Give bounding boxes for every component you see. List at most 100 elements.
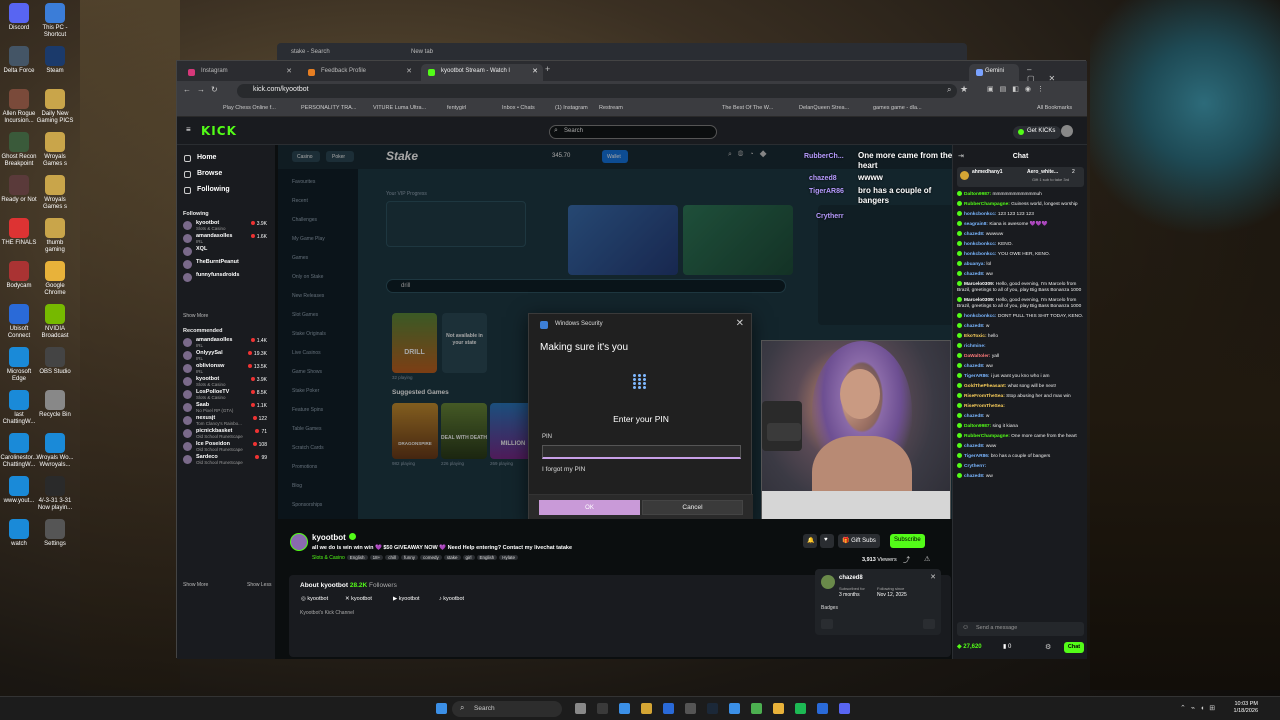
desktop-icon[interactable]: Ghost Recon Breakpoint bbox=[0, 132, 38, 168]
desktop-icon[interactable]: watch bbox=[0, 519, 38, 548]
chat-username[interactable]: TigerAR86: bbox=[964, 454, 990, 459]
chat-message[interactable]: honkcbonkcc: YOU OWE HER, KENO. bbox=[957, 250, 1084, 258]
mod-button[interactable] bbox=[923, 619, 935, 629]
stream-tag[interactable]: funny bbox=[400, 555, 418, 560]
extension-icons[interactable]: ▣▤◧◉⋮ bbox=[987, 85, 1050, 93]
desktop-icon[interactable]: Bodycam bbox=[0, 261, 38, 290]
sidebar-channel[interactable]: TheBurntPeanut bbox=[183, 259, 273, 272]
chat-username[interactable]: chazed8: bbox=[964, 364, 985, 369]
chat-message[interactable]: seagrain8: Kiana is awesome 💜💜💜 bbox=[957, 220, 1084, 228]
sidebar-channel[interactable]: Saab No Pixel RP (GTA) 1.1K bbox=[183, 402, 273, 415]
streamer-name[interactable]: kyootbot bbox=[312, 533, 356, 542]
tab-instagram[interactable]: Instagram ✕ bbox=[181, 64, 297, 81]
tab-feedback[interactable]: Feedback Profile ✕ bbox=[301, 64, 417, 81]
chat-username[interactable]: seagrain8: bbox=[964, 222, 988, 227]
close-icon[interactable]: ✕ bbox=[406, 67, 412, 75]
taskbar-search[interactable]: ⌕ Search bbox=[452, 701, 562, 717]
desktop-icon[interactable]: Ubisoft Connect bbox=[0, 304, 38, 340]
url-field[interactable]: kick.com/kyootbot bbox=[237, 84, 957, 98]
show-more-following[interactable]: Show More bbox=[183, 313, 208, 319]
desktop-icon[interactable]: Allen Rogue Incursion... bbox=[0, 89, 38, 125]
sidebar-channel[interactable]: kyootbot Slots & Casino 3.9K bbox=[183, 220, 273, 233]
chat-message[interactable]: Marcelo0309: Hello, good evening, I'm Ma… bbox=[957, 280, 1084, 295]
bookmark-item[interactable]: All Bookmarks bbox=[1037, 105, 1072, 111]
taskbar-app-icon[interactable] bbox=[663, 703, 674, 714]
sidebar-channel[interactable]: picnickbasket Old School RuneScape 71 bbox=[183, 428, 273, 441]
bookmark-item[interactable]: VITURE Luma Ultra... bbox=[373, 105, 426, 111]
taskbar-app-icon[interactable] bbox=[839, 703, 850, 714]
nav-following[interactable]: Following bbox=[184, 186, 230, 194]
streamer-avatar[interactable] bbox=[290, 533, 308, 551]
desktop-icon[interactable]: Google Chrome bbox=[36, 261, 74, 297]
send-chat-button[interactable]: Chat bbox=[1064, 642, 1084, 653]
taskbar-app-icon[interactable] bbox=[817, 703, 828, 714]
nav-home[interactable]: Home bbox=[184, 154, 216, 162]
chat-username[interactable]: Dalton9987: bbox=[964, 424, 991, 429]
chat-username[interactable]: Marcelo0309: bbox=[964, 298, 994, 303]
chat-message[interactable]: chazed8: ww bbox=[957, 363, 1084, 370]
chat-username[interactable]: honkcbonkcc: bbox=[964, 242, 997, 247]
sidebar-channel[interactable]: amandasolles IRL 1.4K bbox=[183, 337, 273, 350]
desktop-icon[interactable]: Settings bbox=[36, 519, 74, 548]
bookmark-item[interactable]: (1) Instagram bbox=[555, 105, 588, 111]
chat-username[interactable]: RiseFromTheSea: bbox=[964, 394, 1005, 399]
chat-message[interactable]: richmine: bbox=[957, 343, 1084, 350]
desktop-icon[interactable]: Wroyals Wo... Wwroyals... bbox=[36, 433, 74, 469]
taskbar-app-icon[interactable] bbox=[575, 703, 586, 714]
chat-message[interactable]: Dalton9987: sing it kiana bbox=[957, 423, 1084, 430]
stream-tag[interactable]: English bbox=[346, 555, 368, 560]
youtube-link[interactable]: ▶ kyootbot bbox=[393, 596, 420, 602]
taskbar-app-icon[interactable] bbox=[751, 703, 762, 714]
windows-start-icon[interactable] bbox=[436, 703, 447, 714]
bookmark-item[interactable]: Play Chess Online f... bbox=[223, 105, 276, 111]
stream-tag[interactable]: comedy bbox=[419, 555, 442, 560]
chat-message[interactable]: Marcelo0309: Hello, good evening, I'm Ma… bbox=[957, 297, 1084, 311]
chat-message[interactable]: GoldThePheasant: what song will be next! bbox=[957, 383, 1084, 390]
chat-username[interactable]: abuanya: bbox=[964, 262, 985, 267]
stream-tag[interactable]: stake bbox=[443, 555, 461, 560]
taskbar-app-icon[interactable] bbox=[685, 703, 696, 714]
x-link[interactable]: ✕ kyootbot bbox=[345, 596, 372, 602]
chat-username[interactable]: RubberChampagne: bbox=[964, 434, 1010, 439]
desktop-icon[interactable]: Steam bbox=[36, 46, 74, 75]
chat-message[interactable]: honkcbonkcc: 123 123 123 123 bbox=[957, 210, 1084, 218]
bookmark-item[interactable]: The Best Of The W... bbox=[722, 105, 773, 111]
sidebar-channel[interactable]: funnyfunsdroids bbox=[183, 272, 273, 285]
chat-username[interactable]: Crytherrr: bbox=[964, 464, 986, 469]
desktop-icon[interactable]: Recycle Bin bbox=[36, 390, 74, 419]
taskbar-app-icon[interactable] bbox=[795, 703, 806, 714]
emote-icon[interactable]: ☺ bbox=[962, 624, 969, 631]
close-icon[interactable]: ✕ bbox=[736, 318, 744, 329]
bookmark-star-icon[interactable]: ★ bbox=[960, 84, 968, 95]
bookmark-item[interactable]: DelanQueen Strea... bbox=[799, 105, 849, 111]
chat-message[interactable]: chazed8: wwwww bbox=[957, 230, 1084, 238]
chat-message[interactable]: Dalton9987: mmmmmmmmmmmuh bbox=[957, 191, 1084, 198]
chat-username[interactable]: honkcbonkcc: bbox=[964, 314, 997, 319]
kicks-balance[interactable]: ▮ 0 bbox=[1003, 643, 1011, 650]
sidebar-channel[interactable]: kyootbot Slots & Casino 3.9K bbox=[183, 376, 273, 389]
close-icon[interactable]: ✕ bbox=[286, 67, 292, 75]
gemini-button[interactable]: Gemini bbox=[969, 64, 1019, 81]
desktop-icon[interactable]: Delta Force bbox=[0, 46, 38, 75]
desktop-icon[interactable]: NVIDIA Broadcast bbox=[36, 304, 74, 340]
chat-message[interactable]: honkcbonkcc: DONT PULL THIS SHIT TODAY, … bbox=[957, 313, 1084, 320]
tiktok-link[interactable]: ♪ kyootbot bbox=[439, 596, 464, 602]
chat-username[interactable]: chazed8: bbox=[964, 414, 985, 419]
reply-button[interactable] bbox=[821, 619, 833, 629]
taskbar-app-icon[interactable] bbox=[707, 703, 718, 714]
menu-icon[interactable]: ≡ bbox=[186, 125, 191, 134]
new-tab-button[interactable]: + bbox=[545, 64, 550, 74]
taskbar-app-icon[interactable] bbox=[641, 703, 652, 714]
desktop-icon[interactable]: www.yout... bbox=[0, 476, 38, 505]
chat-message[interactable]: RubberChampagne: Guiness world, longest … bbox=[957, 200, 1084, 208]
chat-username[interactable]: RiseFromTheSea: bbox=[964, 404, 1005, 409]
taskbar-app-icon[interactable] bbox=[773, 703, 784, 714]
chat-username[interactable]: EkoToxic: bbox=[964, 334, 987, 339]
bookmark-item[interactable]: fentygirl bbox=[447, 105, 466, 111]
share-icon[interactable]: ⤴ bbox=[903, 555, 910, 565]
desktop-icon[interactable]: Microsoft Edge bbox=[0, 347, 38, 383]
heart-icon[interactable]: ♥ bbox=[820, 534, 834, 548]
desktop-icon[interactable]: Daily New Gaming PICS bbox=[36, 89, 74, 125]
chat-username[interactable]: chazed8: bbox=[964, 232, 985, 237]
desktop-icon[interactable]: thumb gaming bbox=[36, 218, 74, 254]
